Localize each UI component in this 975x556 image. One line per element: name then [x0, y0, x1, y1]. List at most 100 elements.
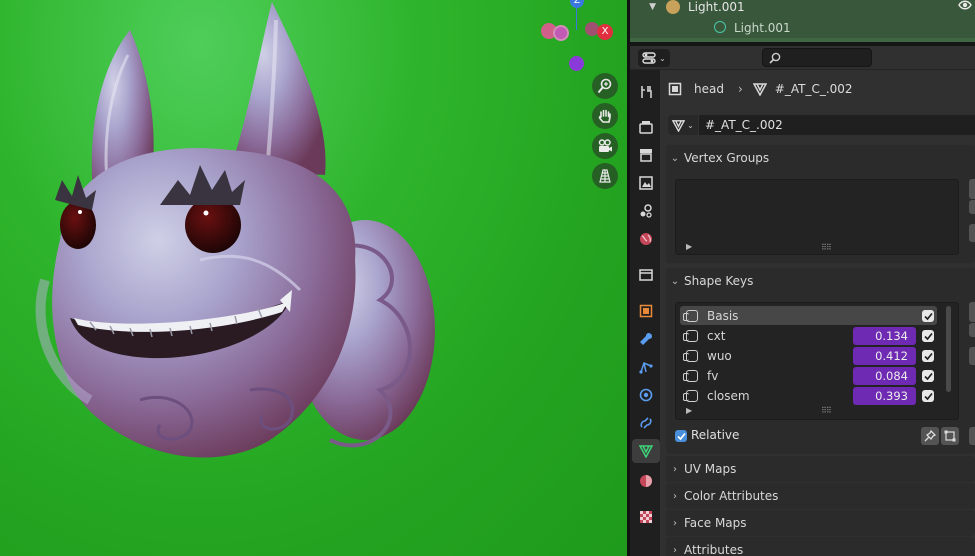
particles-icon[interactable]	[634, 355, 658, 379]
chevron-right-icon: ›	[673, 544, 677, 556]
list-resize-grip[interactable]: ⠿⠿	[821, 406, 832, 415]
breadcrumb-mesh: #_AT_C_.002	[774, 82, 853, 96]
add-shape-key-button[interactable]	[969, 302, 975, 322]
outliner[interactable]: ▼ Light.001 Light.001	[630, 0, 975, 42]
light-data-icon	[714, 21, 726, 33]
shape-key-icon	[683, 389, 698, 402]
shape-key-value-slider[interactable]: 0.412	[853, 346, 916, 365]
attributes-panel-header[interactable]: › Attributes	[666, 537, 975, 556]
breadcrumb: head › #_AT_C_.002	[668, 80, 853, 98]
shape-key-name[interactable]: wuo	[707, 349, 732, 363]
gizmo-neg-x-axis[interactable]	[553, 25, 569, 41]
vertex-groups-header[interactable]: ⌄ Vertex Groups	[666, 145, 975, 171]
color-attributes-panel-header[interactable]: › Color Attributes	[666, 483, 975, 509]
panel-title: UV Maps	[684, 462, 737, 476]
gizmo-x-axis[interactable]: X	[597, 24, 613, 40]
shape-key-name[interactable]: closem	[707, 389, 750, 403]
gizmo-neg-z-axis[interactable]	[569, 56, 584, 71]
remove-shape-key-button[interactable]	[969, 323, 975, 337]
camera-icon[interactable]	[592, 133, 618, 159]
shape-key-row[interactable]: fv 0.084	[680, 366, 937, 385]
shape-key-value-slider[interactable]: 0.084	[853, 366, 916, 385]
shape-key-icon	[683, 309, 698, 322]
vertex-groups-list[interactable]	[675, 179, 959, 255]
render-icon[interactable]	[634, 115, 658, 139]
panel-title: Attributes	[684, 543, 744, 556]
panel-title: Shape Keys	[684, 274, 754, 288]
chevron-right-icon: ›	[673, 517, 677, 529]
object-icon	[668, 82, 682, 96]
properties-editor-icon	[642, 52, 656, 64]
world-icon[interactable]	[634, 227, 658, 251]
add-vertex-group-button[interactable]	[969, 179, 975, 199]
mesh-name-field[interactable]: #_AT_C_.002	[699, 115, 975, 135]
output-icon[interactable]	[634, 143, 658, 167]
properties-search-input[interactable]	[762, 48, 872, 67]
outliner-row-light-data[interactable]: Light.001	[630, 17, 975, 38]
editor-type-dropdown[interactable]: ⌄	[638, 49, 670, 67]
shape-key-value-slider[interactable]: 0.393	[853, 386, 916, 405]
outliner-item-label: Light.001	[734, 20, 791, 35]
mesh-data-icon	[672, 119, 686, 132]
shape-key-extra-button[interactable]	[969, 427, 975, 445]
grid-icon[interactable]	[592, 163, 618, 189]
panel-title: Vertex Groups	[684, 151, 770, 165]
vertex-group-specials-button[interactable]	[969, 224, 975, 242]
visibility-eye-icon[interactable]	[958, 0, 972, 14]
chevron-right-icon: ›	[737, 82, 743, 96]
pin-icon[interactable]	[921, 427, 939, 445]
modifier-icon[interactable]	[634, 327, 658, 351]
shape-key-mute-checkbox[interactable]	[922, 330, 934, 342]
object-icon[interactable]	[634, 299, 658, 323]
chevron-right-icon: ›	[673, 463, 677, 475]
chevron-down-icon: ⌄	[670, 275, 680, 287]
shape-key-mute-checkbox[interactable]	[922, 350, 934, 362]
edit-mode-cage-icon[interactable]	[941, 427, 959, 445]
shape-key-mute-checkbox[interactable]	[922, 310, 934, 322]
collection-icon[interactable]	[634, 263, 658, 287]
zoom-icon[interactable]	[592, 73, 618, 99]
shape-key-value-slider[interactable]: 0.134	[853, 326, 916, 345]
face-maps-panel-header[interactable]: › Face Maps	[666, 510, 975, 536]
sculpted-head-model	[35, 2, 435, 458]
uv-maps-panel-header[interactable]: › UV Maps	[666, 456, 975, 482]
shape-key-name[interactable]: fv	[707, 369, 718, 383]
shape-key-specials-button[interactable]	[969, 347, 975, 365]
remove-vertex-group-button[interactable]	[969, 200, 975, 214]
breadcrumb-object: head	[694, 82, 724, 96]
outliner-item-label: Light.001	[688, 0, 745, 14]
shape-key-row[interactable]: cxt 0.134	[680, 326, 937, 345]
panel-title: Color Attributes	[684, 489, 779, 503]
gizmo-axis-line	[576, 6, 577, 30]
view-layer-icon[interactable]	[634, 171, 658, 195]
tool-icon[interactable]	[634, 80, 658, 104]
panel-title: Face Maps	[684, 516, 747, 530]
hand-pan-icon[interactable]	[592, 103, 618, 129]
outliner-row-light[interactable]: ▼ Light.001	[630, 0, 975, 17]
relative-checkbox[interactable]	[675, 430, 687, 442]
shape-key-row[interactable]: Basis	[680, 306, 937, 325]
mesh-data-icon[interactable]	[632, 439, 660, 463]
mesh-browse-button[interactable]: ⌄	[668, 115, 698, 135]
material-icon[interactable]	[634, 469, 658, 493]
list-expand-icon[interactable]: ▶	[686, 242, 692, 251]
texture-icon[interactable]	[634, 505, 658, 529]
shape-keys-scrollbar[interactable]	[946, 306, 951, 392]
scene-icon[interactable]	[634, 199, 658, 223]
shape-key-name[interactable]: Basis	[707, 309, 738, 323]
relative-label[interactable]: Relative	[691, 428, 739, 442]
shape-key-name[interactable]: cxt	[707, 329, 725, 343]
constraints-icon[interactable]	[634, 411, 658, 435]
expand-arrow-icon[interactable]: ▼	[630, 2, 666, 12]
physics-icon[interactable]	[634, 383, 658, 407]
shape-key-row[interactable]: wuo 0.412	[680, 346, 937, 365]
3d-viewport[interactable]: Z X	[0, 0, 627, 556]
shape-key-icon	[683, 349, 698, 362]
list-resize-grip[interactable]: ⠿⠿	[821, 243, 832, 252]
list-expand-icon[interactable]: ▶	[686, 406, 692, 415]
shape-key-row[interactable]: closem 0.393	[680, 386, 937, 405]
shape-key-mute-checkbox[interactable]	[922, 370, 934, 382]
shape-keys-header[interactable]: ⌄ Shape Keys	[666, 268, 975, 294]
shape-key-mute-checkbox[interactable]	[922, 390, 934, 402]
light-bulb-icon	[666, 0, 680, 14]
